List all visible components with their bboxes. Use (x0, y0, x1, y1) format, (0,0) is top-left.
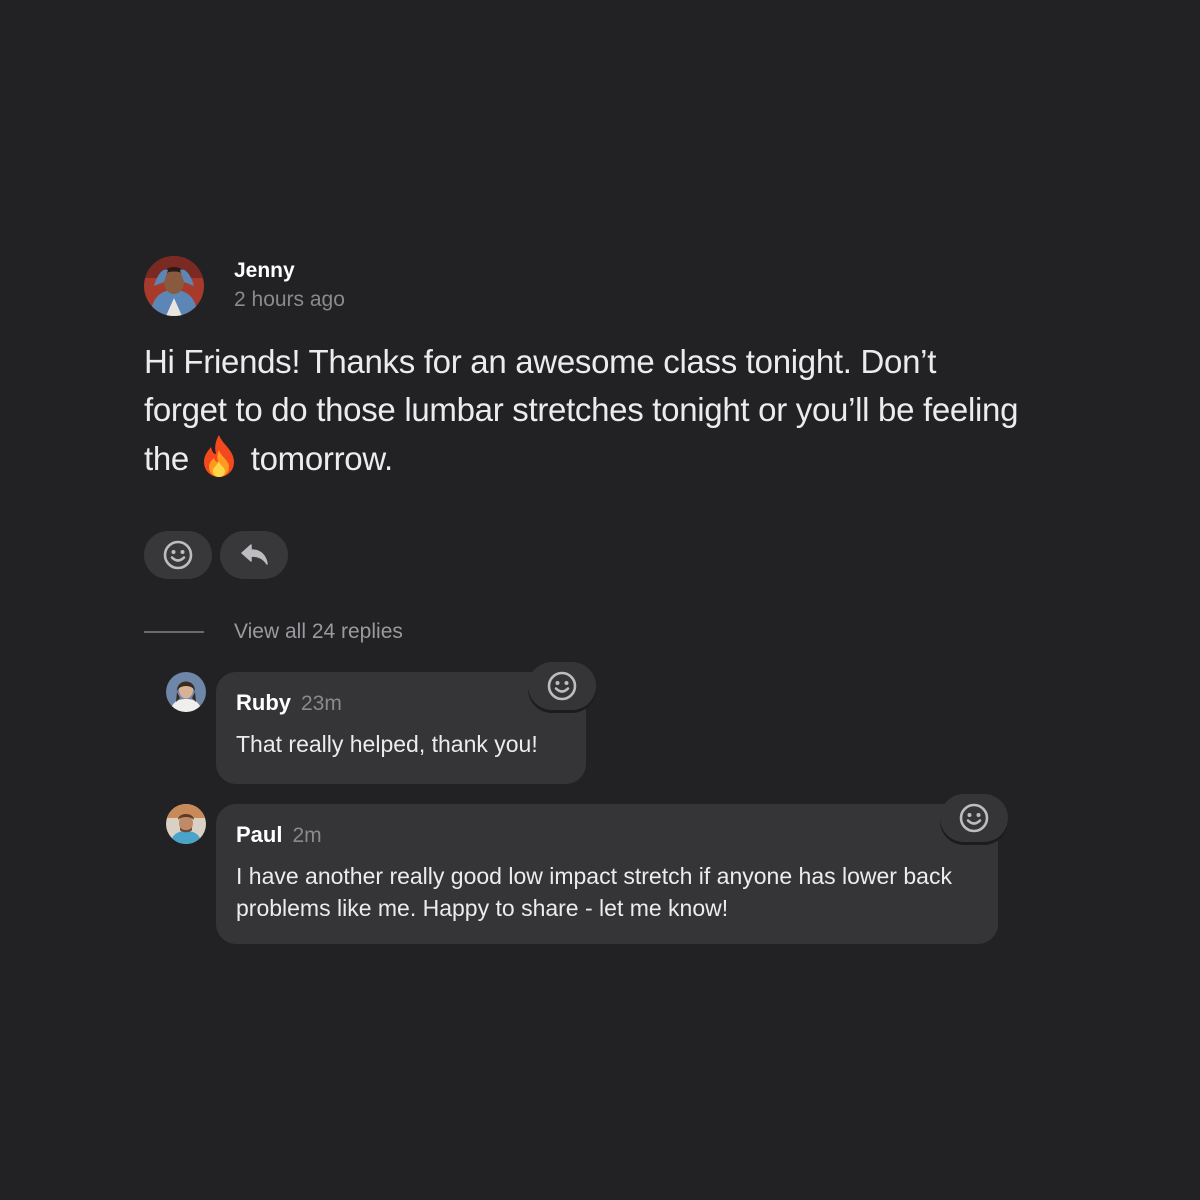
reply-author[interactable]: Ruby (236, 690, 291, 716)
reply-text: That really helped, thank you! (236, 731, 538, 757)
comment-thread: Jenny 2 hours ago Hi Friends! Thanks for… (0, 0, 1200, 1200)
avatar-jenny[interactable] (144, 256, 204, 316)
reply-text: I have another really good low impact st… (236, 863, 952, 921)
reply-react-button[interactable] (940, 794, 1008, 842)
react-button[interactable] (144, 531, 212, 579)
reply-timestamp: 2m (292, 824, 322, 847)
post-timestamp: 2 hours ago (234, 288, 345, 311)
author-meta: Jenny 2 hours ago (234, 257, 345, 315)
reply-author[interactable]: Paul (236, 822, 282, 848)
fire-icon (200, 434, 238, 491)
reply-button[interactable] (220, 531, 288, 579)
smiley-icon (959, 803, 989, 833)
reply-timestamp: 23m (301, 692, 342, 715)
divider (144, 631, 204, 633)
reply-bubble: Paul 2m I have another really good low i… (216, 804, 998, 944)
view-replies-link[interactable]: View all 24 replies (144, 616, 403, 648)
smiley-icon (547, 671, 577, 701)
avatar-paul[interactable] (166, 804, 206, 844)
view-replies-label: View all 24 replies (234, 620, 403, 643)
post-text-end: tomorrow. (250, 440, 393, 477)
reply-header: Ruby 23m (236, 690, 566, 720)
post-body: Hi Friends! Thanks for an awesome class … (144, 338, 1024, 491)
author-name[interactable]: Jenny (234, 257, 345, 285)
reply-header: Paul 2m (236, 822, 978, 852)
avatar-ruby[interactable] (166, 672, 206, 712)
post-header: Jenny 2 hours ago (144, 256, 1024, 316)
reply-arrow-icon (241, 544, 268, 565)
smiley-icon (163, 540, 193, 570)
main-post: Jenny 2 hours ago Hi Friends! Thanks for… (144, 256, 1024, 579)
post-actions (144, 531, 1024, 579)
reply-react-button[interactable] (528, 662, 596, 710)
